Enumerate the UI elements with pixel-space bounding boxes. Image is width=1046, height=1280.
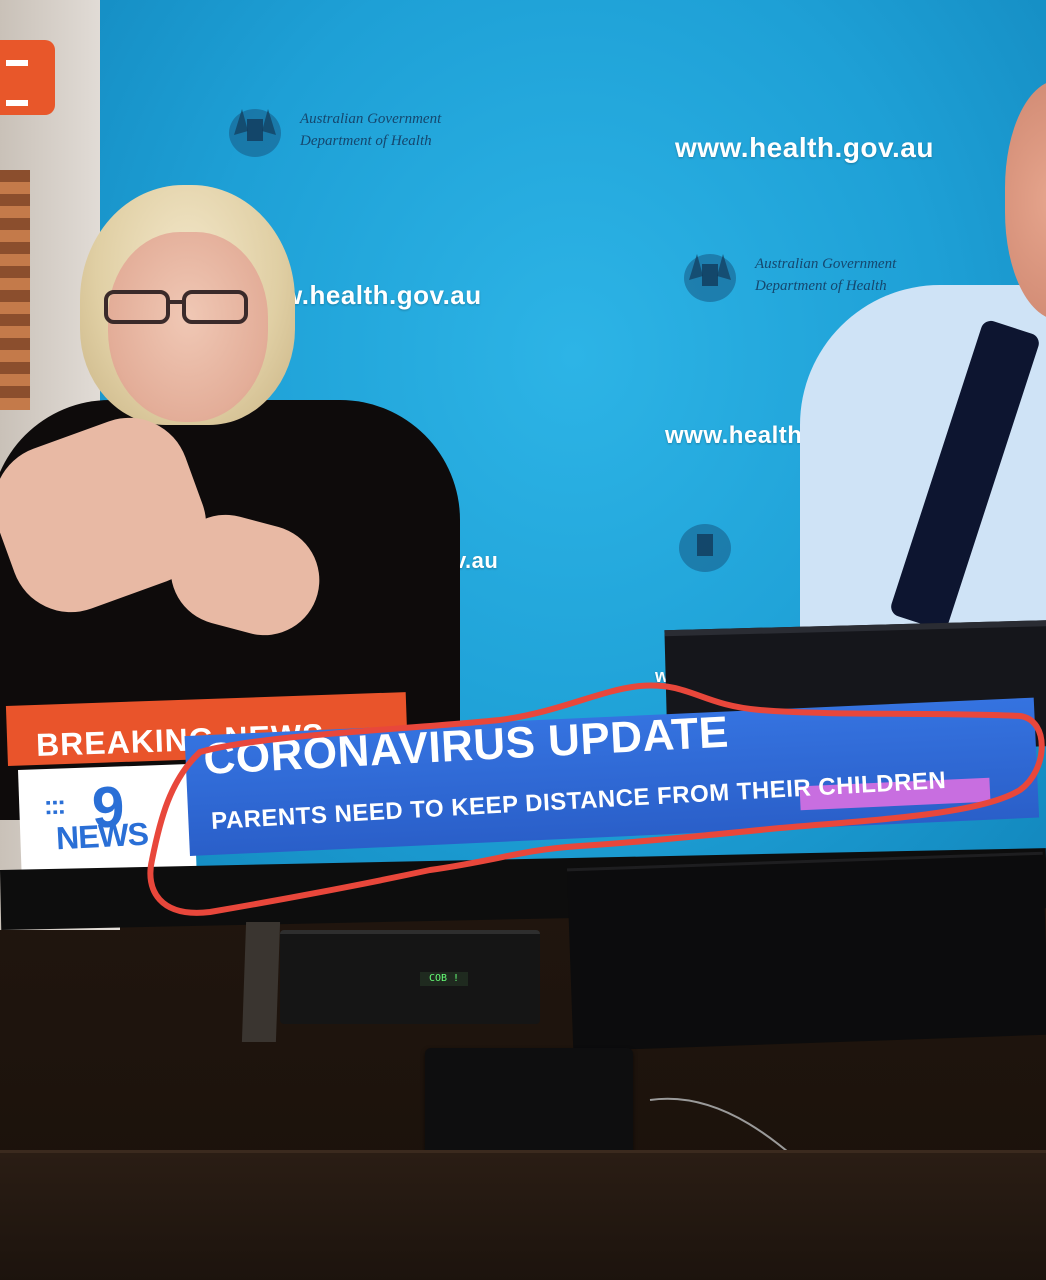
photo-scene: Australian Government Department of Heal… (0, 0, 1046, 1280)
red-outline-annotation (147, 682, 1045, 916)
